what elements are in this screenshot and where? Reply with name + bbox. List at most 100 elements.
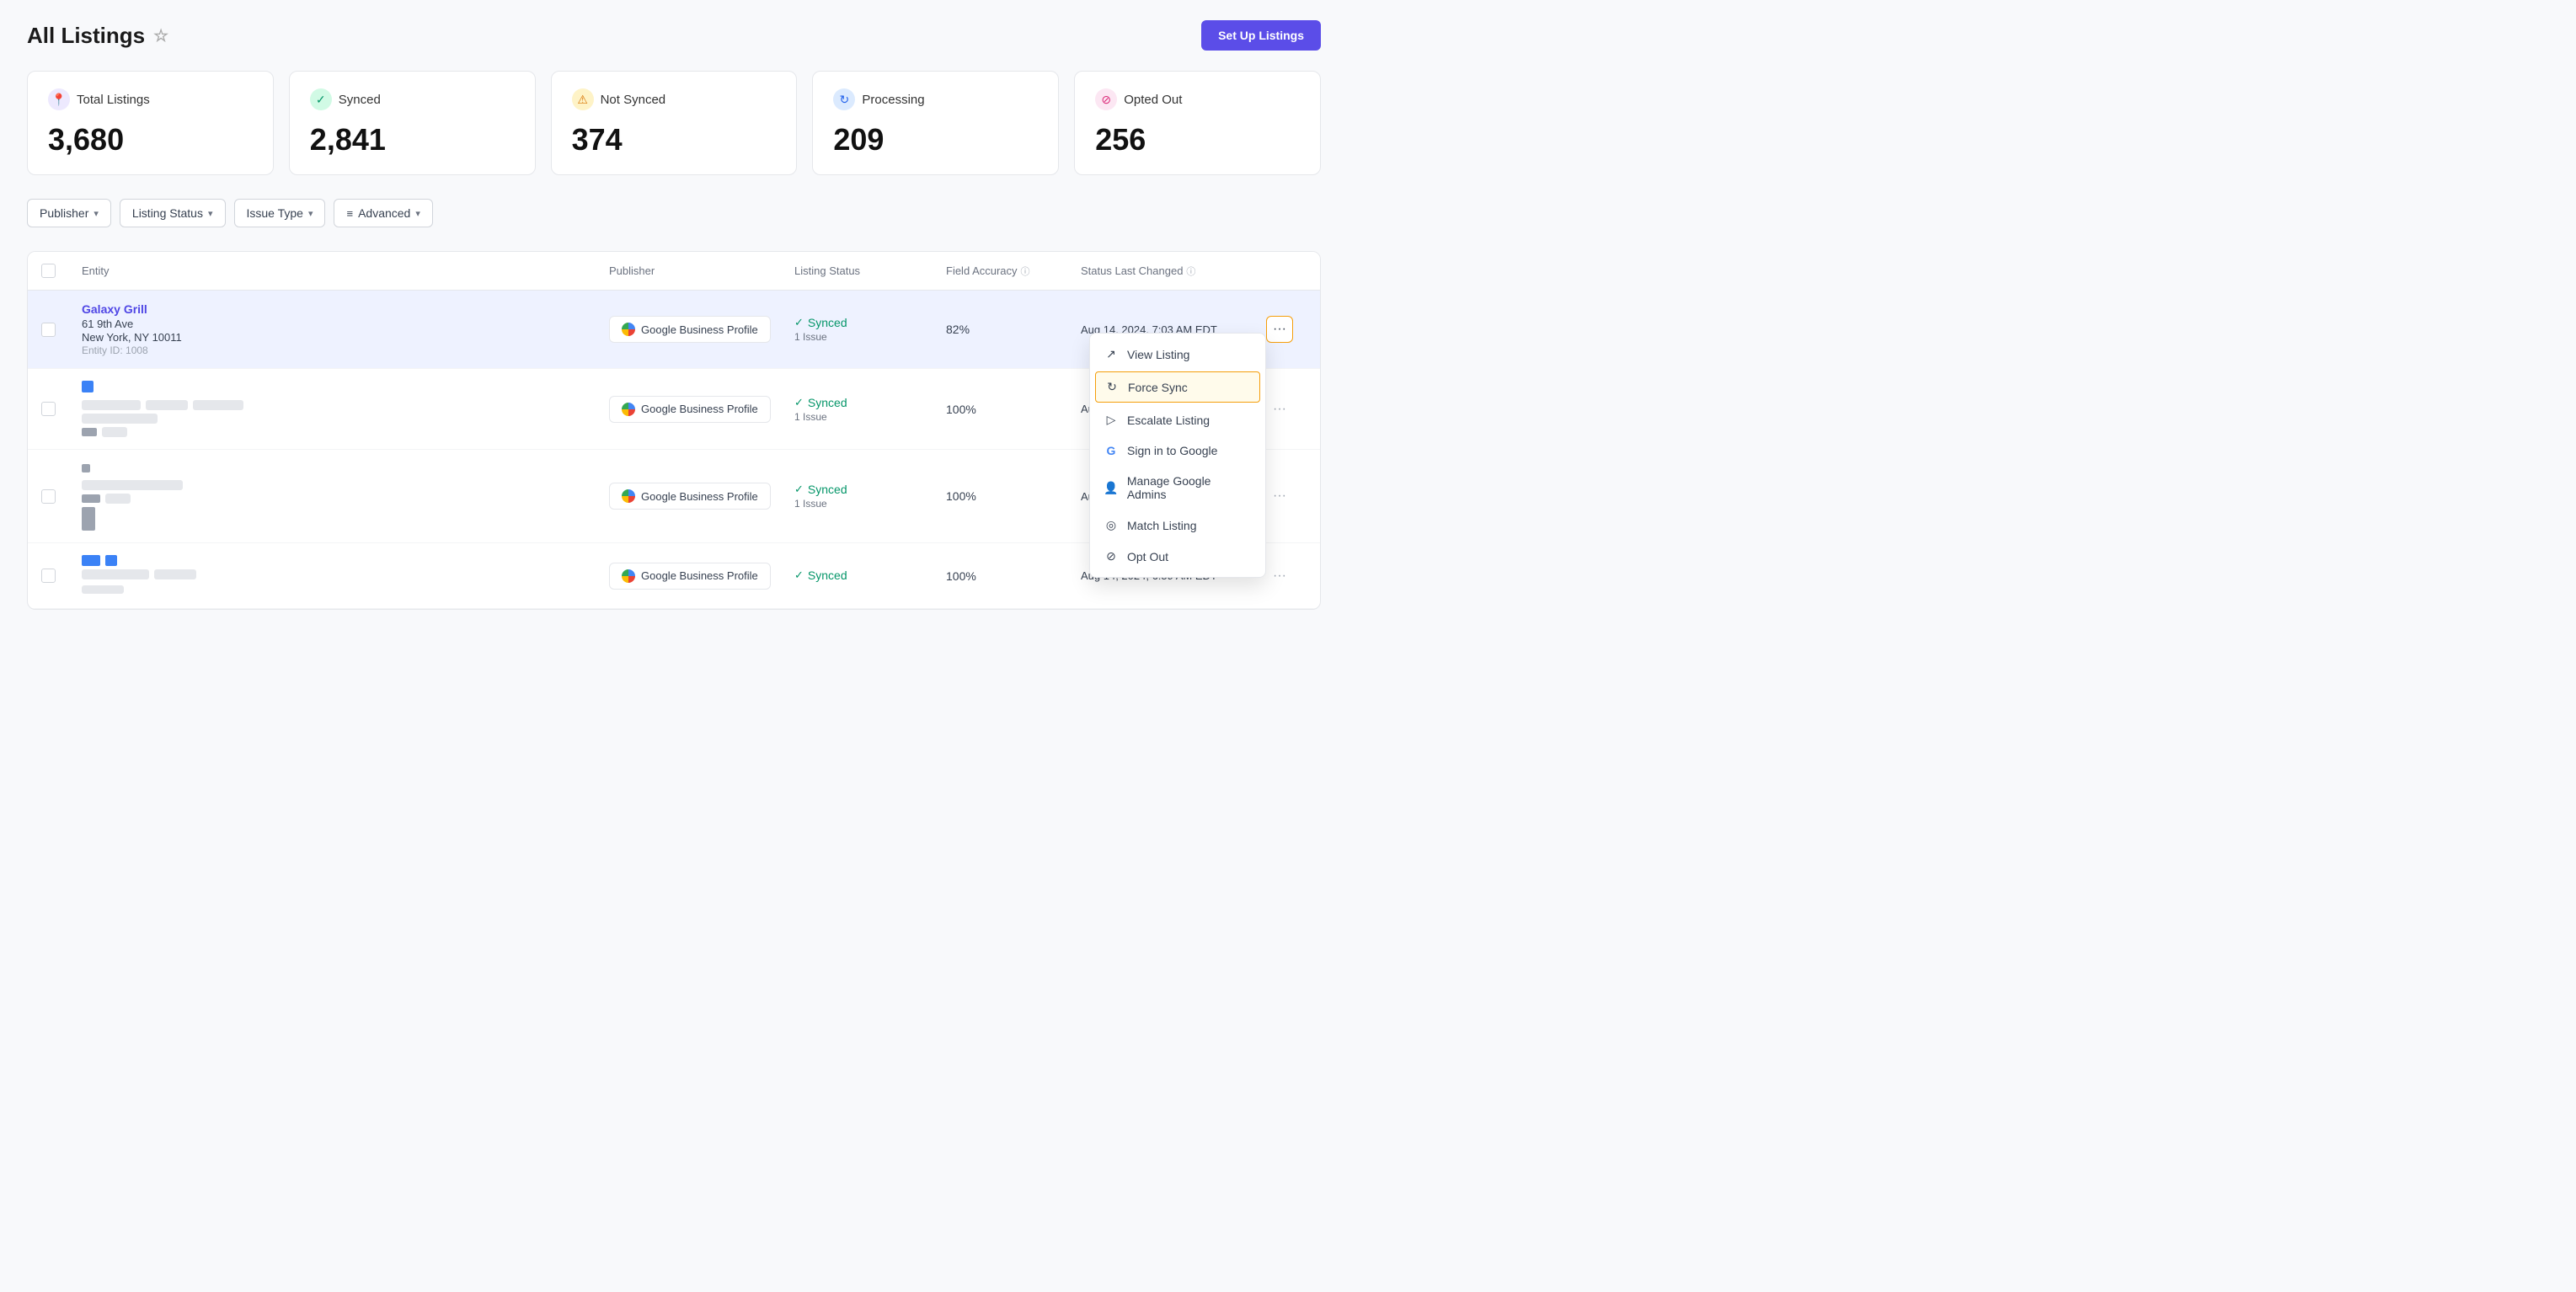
chevron-down-icon: ▾: [415, 208, 420, 219]
row-checkbox[interactable]: [41, 402, 56, 416]
row-checkbox[interactable]: [41, 489, 56, 504]
escalate-icon: ▷: [1104, 413, 1119, 427]
filter-issue_type[interactable]: Issue Type▾: [234, 199, 326, 227]
view-listing-item[interactable]: ↗ View Listing: [1090, 339, 1265, 370]
status-label: Synced: [808, 396, 847, 409]
entity-cell: [82, 381, 609, 437]
check-icon: ✓: [794, 316, 804, 329]
stat-value: 2,841: [310, 122, 515, 157]
filter-label: Listing Status: [132, 206, 203, 220]
page-header: All Listings ☆ Set Up Listings: [27, 20, 1321, 51]
more-actions-button[interactable]: ···: [1266, 563, 1293, 590]
setup-listings-button[interactable]: Set Up Listings: [1201, 20, 1321, 51]
entity-id: Entity ID: 1008: [82, 344, 609, 356]
row-checkbox[interactable]: [41, 569, 56, 583]
status-last-changed-info-icon[interactable]: ⓘ: [1186, 264, 1195, 278]
accuracy-cell: 100%: [946, 489, 1081, 503]
google-icon: [622, 489, 635, 503]
check-icon: ✓: [794, 396, 804, 409]
publisher-badge: Google Business Profile: [609, 483, 771, 510]
opt-out-icon: ⊘: [1104, 549, 1119, 563]
more-actions-button[interactable]: ···: [1266, 316, 1293, 343]
stat-card-opted_out[interactable]: ⊘ Opted Out 256: [1074, 71, 1321, 175]
sign-in-google-item[interactable]: G Sign in to Google: [1090, 435, 1265, 466]
filter-advanced[interactable]: ≡ Advanced ▾: [334, 199, 432, 227]
page-title-group: All Listings ☆: [27, 23, 168, 49]
listings-table: Entity Publisher Listing Status Field Ac…: [27, 251, 1321, 610]
escalate-label: Escalate Listing: [1127, 414, 1210, 427]
publisher-badge: Google Business Profile: [609, 563, 771, 590]
view-listing-label: View Listing: [1127, 348, 1189, 361]
entity-name[interactable]: Galaxy Grill: [82, 302, 609, 316]
stats-row: 📍 Total Listings 3,680 ✓ Synced 2,841 ⚠ …: [27, 71, 1321, 175]
external-link-icon: ↗: [1104, 347, 1119, 361]
col-field-accuracy: Field Accuracy ⓘ: [946, 264, 1081, 278]
accuracy-cell: 100%: [946, 403, 1081, 416]
publisher-cell: Google Business Profile: [609, 316, 794, 343]
col-entity: Entity: [82, 264, 609, 277]
stat-label: Synced: [339, 93, 381, 107]
stat-icon: 📍: [48, 88, 70, 110]
filter-label: Advanced: [358, 206, 410, 220]
filter-publisher[interactable]: Publisher ▾: [27, 199, 111, 227]
force-sync-item[interactable]: ↻ Force Sync: [1095, 371, 1260, 403]
filter-listing_status[interactable]: Listing Status▾: [120, 199, 226, 227]
status-cell: ✓ Synced 1 Issue: [794, 483, 946, 510]
status-label: Synced: [808, 483, 847, 496]
page-title: All Listings: [27, 23, 145, 49]
status-label: Synced: [808, 569, 847, 582]
opt-out-item[interactable]: ⊘ Opt Out: [1090, 541, 1265, 572]
escalate-listing-item[interactable]: ▷ Escalate Listing: [1090, 404, 1265, 435]
stat-card-synced[interactable]: ✓ Synced 2,841: [289, 71, 536, 175]
publisher-name: Google Business Profile: [641, 569, 758, 582]
more-actions-button[interactable]: ···: [1266, 483, 1293, 510]
row-checkbox[interactable]: [41, 323, 56, 337]
col-status-last-changed: Status Last Changed ⓘ: [1081, 264, 1266, 278]
publisher-name: Google Business Profile: [641, 323, 758, 336]
more-actions-button[interactable]: ···: [1266, 396, 1293, 423]
filter-icon: ≡: [346, 207, 353, 220]
sign-in-label: Sign in to Google: [1127, 444, 1217, 457]
entity-address: 61 9th Ave: [82, 318, 609, 330]
manage-admins-item[interactable]: 👤 Manage Google Admins: [1090, 466, 1265, 510]
field-accuracy-info-icon[interactable]: ⓘ: [1021, 264, 1030, 278]
status-cell: ✓ Synced: [794, 569, 946, 584]
admin-icon: 👤: [1104, 481, 1119, 495]
stat-label: Opted Out: [1124, 93, 1182, 107]
filter-bar: Publisher▾Listing Status▾Issue Type▾≡Adv…: [27, 199, 1321, 227]
entity-cell: Galaxy Grill 61 9th Ave New York, NY 100…: [82, 302, 609, 356]
stat-card-total[interactable]: 📍 Total Listings 3,680: [27, 71, 274, 175]
favorite-icon[interactable]: ☆: [153, 25, 168, 46]
force-sync-label: Force Sync: [1128, 381, 1188, 394]
stat-value: 256: [1095, 122, 1300, 157]
stat-card-header: 📍 Total Listings: [48, 88, 253, 110]
publisher-name: Google Business Profile: [641, 490, 758, 503]
entity-city: New York, NY 10011: [82, 331, 609, 344]
status-cell: ✓ Synced 1 Issue: [794, 396, 946, 423]
select-all-checkbox[interactable]: [41, 264, 56, 278]
stat-card-header: ✓ Synced: [310, 88, 515, 110]
stat-icon: ↻: [833, 88, 855, 110]
stat-value: 3,680: [48, 122, 253, 157]
match-listing-item[interactable]: ◎ Match Listing: [1090, 510, 1265, 541]
chevron-down-icon: ▾: [308, 208, 313, 219]
status-synced: ✓ Synced: [794, 569, 946, 582]
stat-card-processing[interactable]: ↻ Processing 209: [812, 71, 1059, 175]
publisher-badge: Google Business Profile: [609, 396, 771, 423]
stat-value: 209: [833, 122, 1038, 157]
sync-icon: ↻: [1104, 380, 1120, 394]
publisher-badge: Google Business Profile: [609, 316, 771, 343]
check-icon: ✓: [794, 569, 804, 582]
chevron-down-icon: ▾: [94, 208, 99, 219]
publisher-cell: Google Business Profile: [609, 396, 794, 423]
stat-icon: ⊘: [1095, 88, 1117, 110]
stat-card-header: ⚠ Not Synced: [572, 88, 777, 110]
status-label: Synced: [808, 316, 847, 329]
stat-card-not_synced[interactable]: ⚠ Not Synced 374: [551, 71, 798, 175]
check-icon: ✓: [794, 483, 804, 496]
publisher-cell: Google Business Profile: [609, 483, 794, 510]
status-detail: 1 Issue: [794, 498, 946, 510]
stat-label: Not Synced: [601, 93, 666, 107]
match-listing-label: Match Listing: [1127, 519, 1196, 532]
filter-label: Publisher: [40, 206, 88, 220]
